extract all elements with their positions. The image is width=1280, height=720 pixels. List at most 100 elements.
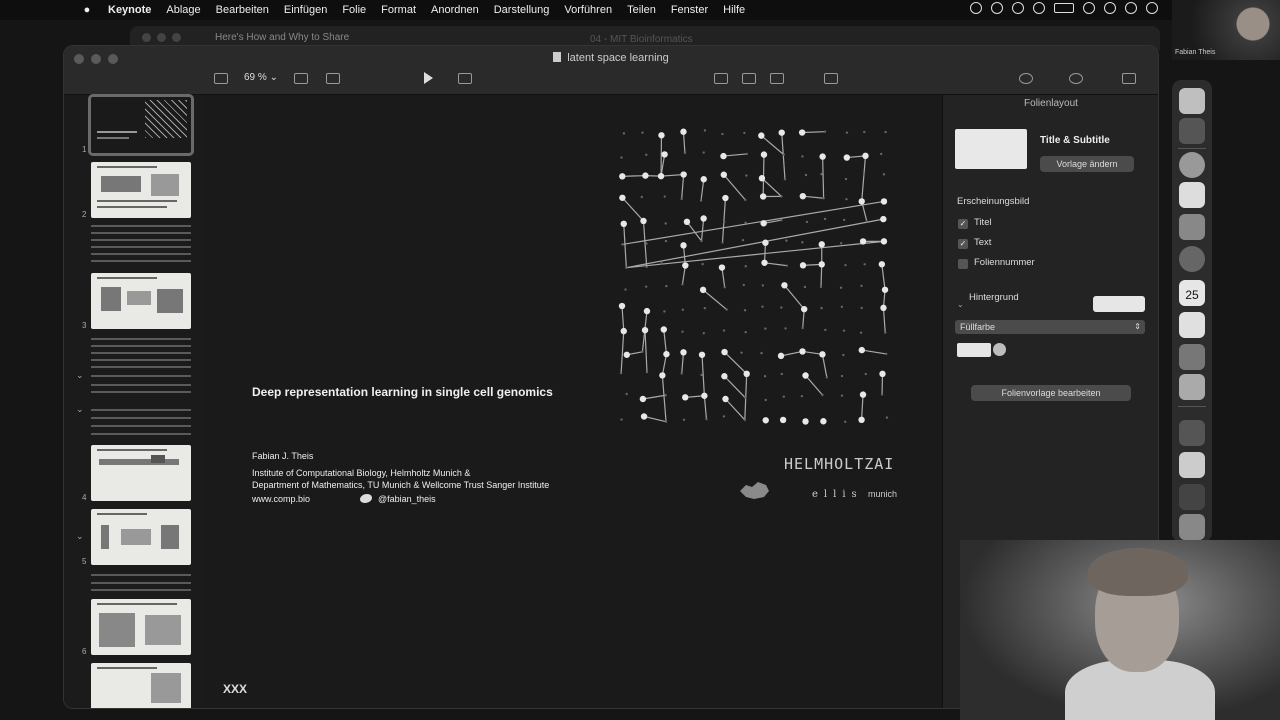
app-icon[interactable] (1179, 452, 1205, 478)
table-icon[interactable] (714, 73, 728, 84)
network-node (721, 373, 728, 380)
wifi-icon[interactable] (1083, 2, 1095, 14)
app-icon[interactable] (1179, 344, 1205, 370)
color-wheel-icon[interactable] (993, 343, 1006, 356)
slide-thumbnail-1[interactable] (88, 94, 194, 156)
media-icon[interactable] (824, 73, 838, 84)
network-node (624, 288, 627, 291)
keynote-live-icon[interactable] (458, 73, 472, 84)
check-icon[interactable] (970, 2, 982, 14)
menu-hilfe[interactable]: Hilfe (723, 4, 745, 16)
network-node (818, 241, 825, 248)
menu-app-keynote[interactable]: Keynote (108, 4, 151, 16)
format-brush-icon[interactable] (1019, 73, 1033, 84)
slide-twitter[interactable]: @fabian_theis (360, 494, 436, 504)
slide-author[interactable]: Fabian J. Theis (252, 451, 313, 461)
menu-ablage[interactable]: Ablage (166, 4, 200, 16)
menu-teilen[interactable]: Teilen (627, 4, 656, 16)
slide-canvas[interactable]: Deep representation learning in single c… (202, 95, 942, 708)
app-icon[interactable] (1179, 484, 1205, 510)
menu-folie[interactable]: Folie (342, 4, 366, 16)
slide-layout-icon[interactable] (326, 73, 340, 84)
network-node (619, 194, 626, 201)
calendar-icon[interactable]: 25 (1179, 280, 1205, 306)
add-slide-icon[interactable] (294, 73, 308, 84)
contacts-icon[interactable] (1179, 214, 1205, 240)
network-node (783, 178, 787, 181)
network-node (682, 394, 689, 401)
control-center-icon[interactable] (1125, 2, 1137, 14)
play-button[interactable] (424, 72, 433, 84)
network-edge (661, 354, 668, 376)
current-slide[interactable]: Deep representation learning in single c… (202, 95, 942, 708)
menu-vorfuehren[interactable]: Vorführen (564, 4, 612, 16)
chevron-down-icon[interactable]: ⌄ (957, 300, 964, 309)
mail-icon[interactable] (1179, 182, 1205, 208)
record-icon[interactable] (1033, 2, 1045, 14)
slide-title[interactable]: Deep representation learning in single c… (252, 385, 553, 399)
foliennummer-checkbox[interactable] (958, 259, 968, 269)
network-node (880, 238, 888, 245)
fill-type-select[interactable]: Füllfarbe ⇕ (955, 320, 1145, 334)
clock-icon[interactable] (1146, 2, 1158, 14)
apple-icon[interactable]: ● (80, 4, 94, 16)
finder-icon[interactable] (1179, 88, 1205, 114)
network-edge (620, 331, 625, 374)
titel-checkbox[interactable]: ✓ (958, 219, 968, 229)
change-template-button[interactable]: Vorlage ändern (1040, 156, 1134, 172)
network-node (703, 307, 706, 310)
background-color-swatch[interactable] (1093, 296, 1145, 312)
chart-icon[interactable] (742, 73, 756, 84)
network-node (645, 153, 648, 157)
text-checkbox[interactable]: ✓ (958, 239, 968, 249)
network-node (804, 173, 808, 177)
slide-institution[interactable]: Institute of Computational Biology, Helm… (252, 467, 549, 491)
slide-thumbnail-7[interactable] (91, 663, 191, 708)
collapse-chevron-icon[interactable]: ⌄ (76, 370, 84, 381)
edit-master-button[interactable]: Folienvorlage bearbeiten (971, 385, 1131, 401)
menu-einfuegen[interactable]: Einfügen (284, 4, 327, 16)
comment-icon[interactable] (770, 73, 784, 84)
menu-fenster[interactable]: Fenster (671, 4, 708, 16)
document-icon-button[interactable] (1122, 73, 1136, 84)
fill-color-well[interactable] (957, 343, 991, 357)
slide-thumbnail-2[interactable] (91, 162, 191, 218)
play-icon[interactable] (991, 2, 1003, 14)
spotify-icon[interactable] (1179, 246, 1205, 272)
slide-thumbnail-5[interactable] (91, 509, 191, 565)
network-node (619, 371, 623, 375)
zoom-icon[interactable] (1179, 514, 1205, 540)
view-icon[interactable] (214, 73, 228, 84)
menu-format[interactable]: Format (381, 4, 416, 16)
battery-icon[interactable] (1054, 3, 1074, 13)
animate-icon[interactable] (1069, 73, 1083, 84)
document-icon (553, 52, 562, 62)
layout-preview[interactable] (955, 129, 1027, 169)
network-node (681, 283, 684, 286)
menu-darstellung[interactable]: Darstellung (494, 4, 550, 16)
slide-thumbnail-4[interactable] (91, 445, 191, 501)
appearance-section-title: Erscheinungsbild (957, 196, 1030, 207)
zoom-select[interactable]: 69 % ⌄ (244, 72, 278, 83)
collapse-chevron-icon[interactable]: ⌄ (76, 404, 84, 415)
menu-bearbeiten[interactable]: Bearbeiten (216, 4, 269, 16)
collapse-chevron-icon[interactable]: ⌄ (76, 531, 84, 542)
word-icon[interactable] (1179, 420, 1205, 446)
network-node (884, 130, 887, 134)
bluetooth-icon[interactable] (1012, 2, 1024, 14)
chrome-icon[interactable] (1179, 152, 1205, 178)
network-node (785, 239, 788, 242)
slide-navigator: 1 2 3 ⌄ ⌄ 4 5 ⌄ 6 (64, 94, 202, 708)
slide-thumbnail-3[interactable] (91, 273, 191, 329)
background-tab-1[interactable]: Here's How and Why to Share (215, 32, 349, 43)
app-icon[interactable] (1179, 374, 1205, 400)
app-icon[interactable] (1179, 118, 1205, 144)
menu-anordnen[interactable]: Anordnen (431, 4, 479, 16)
search-icon[interactable] (1104, 2, 1116, 14)
network-node (660, 262, 663, 265)
slide-thumbnail-6[interactable] (91, 599, 191, 655)
background-tab-2[interactable]: 04 - MIT Bioinformatics (590, 34, 693, 45)
slide-website[interactable]: www.comp.bio (252, 494, 310, 504)
reminders-icon[interactable] (1179, 312, 1205, 338)
slide-footer-text[interactable]: XXX (223, 682, 247, 696)
